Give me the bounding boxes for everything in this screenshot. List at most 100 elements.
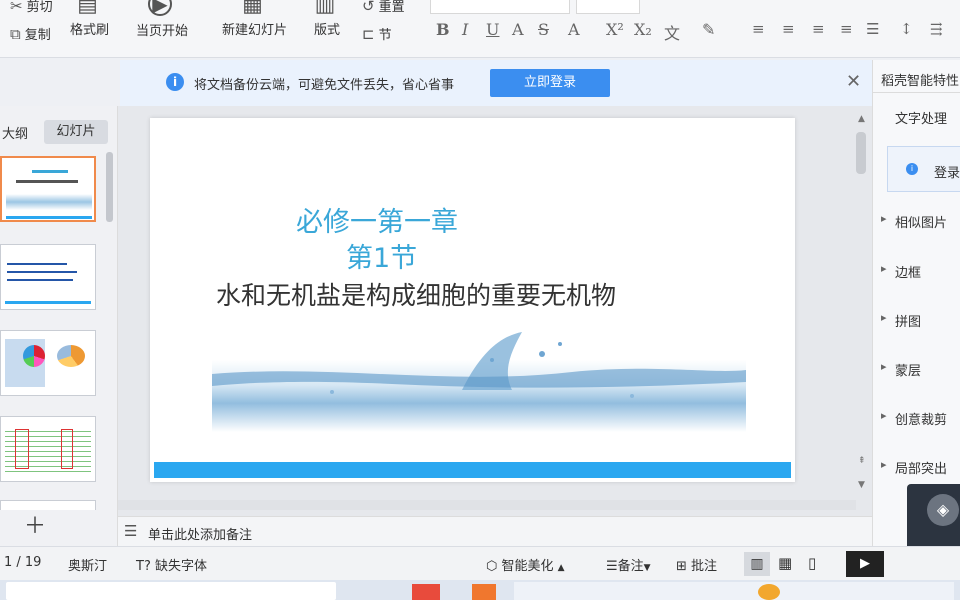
font-color-icon[interactable]: A — [568, 20, 580, 39]
notes-icon: ☰ — [606, 559, 618, 574]
slide-thumbnail[interactable] — [0, 244, 96, 310]
login-now-button[interactable]: 立即登录 — [490, 69, 610, 97]
layout-icon: ▥ — [314, 0, 336, 17]
notes-placeholder: 单击此处添加备注 — [148, 528, 253, 543]
vertical-scrollbar[interactable] — [856, 132, 866, 174]
close-icon[interactable]: ✕ — [846, 71, 861, 92]
notes-bar[interactable]: ☰ 单击此处添加备注 — [118, 516, 872, 546]
section-icon: ⊏ — [362, 24, 375, 43]
grid-view-icon[interactable]: ▦ — [778, 554, 792, 572]
theme-name[interactable]: 奥斯汀 — [68, 555, 107, 574]
feature-local-highlight[interactable]: 局部突出 — [881, 458, 947, 477]
page-indicator: 1 / 19 — [4, 555, 42, 570]
page-up-icon[interactable]: ⇞ — [858, 456, 866, 466]
copy-icon: ⧉ — [10, 24, 21, 43]
horizontal-scrollbar[interactable] — [118, 500, 856, 510]
thumb-title — [32, 170, 68, 173]
play-slideshow-icon[interactable]: ▶ — [846, 551, 884, 577]
reset-button[interactable]: ↺ 重置 — [362, 0, 405, 15]
phonetic-icon[interactable]: 文 — [664, 20, 680, 44]
app-icon[interactable] — [412, 584, 440, 600]
water-splash-svg — [212, 332, 746, 432]
normal-view-icon[interactable]: ▥ — [744, 552, 770, 576]
strikethrough-icon[interactable]: S — [538, 20, 549, 39]
slide-title-line2: 第1节 — [346, 243, 418, 274]
feature-border[interactable]: 边框 — [881, 262, 921, 281]
comment-icon: ⊞ — [676, 559, 687, 574]
play-from-current-button[interactable]: ▶ 当页开始 — [136, 0, 188, 39]
align-left-icon[interactable]: ≡ — [752, 20, 765, 38]
copy-button[interactable]: ⧉ 复制 — [10, 24, 51, 44]
justify-icon[interactable]: ≡ — [840, 20, 853, 38]
app-icon[interactable] — [472, 584, 496, 600]
thumb-subtitle — [16, 180, 78, 183]
info-icon: i — [906, 163, 918, 175]
new-slide-button[interactable]: ▦ 新建幻灯片 — [222, 0, 287, 38]
thumb-pie — [57, 345, 85, 367]
panel-divider — [873, 92, 960, 93]
text-shadow-icon[interactable]: A — [512, 20, 524, 39]
align-center-icon[interactable]: ≡ — [782, 20, 795, 38]
thumb-water — [6, 194, 92, 210]
slide-bottom-bar — [154, 462, 791, 478]
thumb-text — [7, 271, 77, 273]
font-warning-icon: T? — [136, 559, 151, 574]
feature-mask[interactable]: 蒙层 — [881, 360, 921, 379]
slide-thumbnail[interactable] — [0, 416, 96, 482]
italic-icon[interactable]: I — [462, 20, 468, 39]
comments-button[interactable]: ⊞ 批注 — [676, 555, 717, 574]
slide-title-line1: 必修一第一章 — [296, 207, 458, 238]
slide-thumbnail[interactable] — [0, 330, 96, 396]
app-icon[interactable] — [758, 584, 780, 600]
slide-subtitle: 水和无机盐是构成细胞的重要无机物 — [216, 281, 617, 310]
login-card[interactable]: i 登录 — [887, 146, 960, 192]
tab-slides[interactable]: 幻灯片 — [44, 120, 108, 144]
font-name-select[interactable] — [430, 0, 570, 14]
slide-thumbnail[interactable] — [0, 500, 96, 510]
scroll-down-icon[interactable]: ▼ — [858, 480, 865, 490]
layout-button[interactable]: ▥ 版式 — [314, 0, 340, 38]
slide-thumbnail[interactable] — [0, 156, 96, 222]
ribbon-toolbar: ✂ 剪切 ⧉ 复制 ▤ 格式刷 ▶ 当页开始 ▦ 新建幻灯片 ▥ 版式 ↺ 重置 ⊏ 节 B I… — [0, 0, 960, 58]
font-size-select[interactable] — [576, 0, 640, 14]
thumbnail-scrollbar[interactable] — [106, 152, 113, 222]
backup-notification-bar: i 将文档备份云端，可避免文件丢失，省心省事 立即登录 ✕ — [120, 60, 872, 106]
taskbar-search-box[interactable] — [6, 582, 336, 600]
reading-view-icon[interactable]: ▯ — [808, 554, 816, 572]
caret-up-icon: ▲ — [557, 563, 565, 573]
thumb-highlight — [15, 429, 29, 469]
notes-toggle-button[interactable]: ☰备注▼ — [606, 555, 651, 574]
distribute-icon[interactable]: ☰ — [866, 20, 879, 38]
taskbar-window[interactable] — [514, 582, 954, 600]
bold-icon[interactable]: B — [436, 20, 450, 39]
login-label: 登录 — [934, 166, 960, 181]
slide-canvas[interactable]: 必修一第一章 第1节 水和无机盐是构成细胞的重要无机物 — [150, 118, 795, 482]
scissors-icon: ✂ — [10, 0, 23, 15]
add-slide-icon[interactable]: ＋ — [24, 508, 46, 540]
paragraph-icon[interactable]: ⇶ — [930, 20, 943, 38]
feature-similar-images[interactable]: 相似图片 — [881, 212, 947, 231]
badge-icon: ◈ — [927, 494, 959, 526]
section-button[interactable]: ⊏ 节 — [362, 24, 392, 44]
missing-font-button[interactable]: T? 缺失字体 — [136, 555, 207, 574]
panel-header: 稻壳智能特性 — [881, 74, 960, 89]
notes-icon: ☰ — [124, 522, 138, 540]
play-icon: ▶ — [148, 0, 172, 16]
slide-thumbnail-panel: 大纲 幻灯片 ＋ — [0, 106, 118, 546]
feature-creative-crop[interactable]: 创意裁剪 — [881, 409, 947, 428]
tab-outline[interactable]: 大纲 — [2, 123, 28, 142]
thumb-bar — [5, 301, 91, 304]
align-right-icon[interactable]: ≡ — [812, 20, 825, 38]
cut-button[interactable]: ✂ 剪切 — [10, 0, 53, 15]
smart-beautify-button[interactable]: ⬡ 智能美化 ▲ — [486, 555, 565, 574]
underline-icon[interactable]: U — [486, 20, 499, 39]
highlight-icon[interactable]: ✎ — [702, 20, 715, 39]
subscript-icon[interactable]: X₂ — [634, 20, 652, 39]
format-painter-button[interactable]: ▤ 格式刷 — [70, 0, 109, 38]
superscript-icon[interactable]: X² — [606, 20, 624, 39]
line-spacing-icon[interactable]: ↕ — [900, 20, 913, 38]
scroll-up-icon[interactable]: ▲ — [858, 114, 865, 124]
notification-message: 将文档备份云端，可避免文件丢失，省心省事 — [194, 78, 455, 93]
water-splash-image — [212, 330, 746, 438]
feature-collage[interactable]: 拼图 — [881, 311, 921, 330]
